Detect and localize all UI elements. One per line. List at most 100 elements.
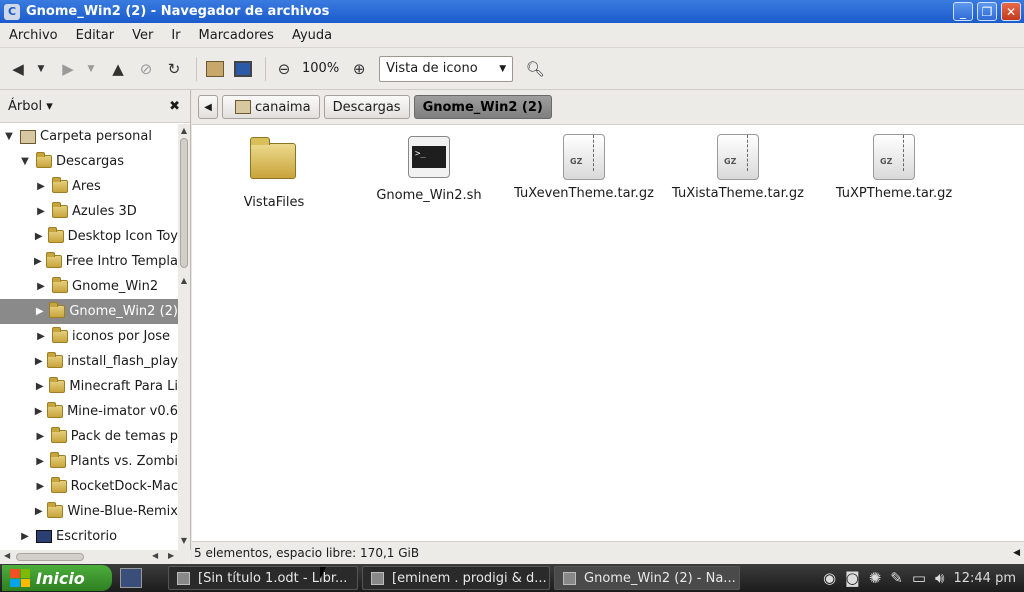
tree-item[interactable]: ▶ Gnome_Win2 (2) bbox=[0, 299, 178, 324]
expander-collapsed-icon[interactable]: ▶ bbox=[34, 231, 44, 242]
network-icon[interactable]: ◉ bbox=[823, 569, 836, 587]
file-item-archive[interactable]: GZ TuXPTheme.tar.gz bbox=[819, 133, 969, 201]
breadcrumb-descargas[interactable]: Descargas bbox=[323, 95, 410, 119]
tree-item[interactable]: ▶ Escritorio bbox=[0, 524, 178, 549]
tree-item[interactable]: ▶ Desktop Icon Toy bbox=[0, 224, 178, 249]
status-text: 5 elementos, espacio libre: 170,1 GiB bbox=[194, 546, 420, 560]
scroll-right-icon[interactable]: ▶ bbox=[168, 551, 174, 560]
taskbar-item-file-browser[interactable]: Gnome_Win2 (2) - Na... bbox=[554, 566, 740, 590]
menu-editar[interactable]: Editar bbox=[67, 28, 124, 43]
tree-item[interactable]: ▼ Carpeta personal bbox=[0, 124, 178, 149]
tree-item[interactable]: ▶ Gnome_Win2 bbox=[0, 274, 178, 299]
scrollbar-thumb[interactable] bbox=[180, 138, 188, 268]
scroll-left-icon[interactable]: ◀ bbox=[4, 551, 10, 560]
expander-expanded-icon[interactable]: ▼ bbox=[2, 131, 16, 142]
record-stop-icon[interactable]: ◙ bbox=[845, 569, 860, 587]
tree-item[interactable]: ▶ install_flash_play bbox=[0, 349, 178, 374]
start-button[interactable]: Inicio bbox=[2, 565, 112, 591]
expander-collapsed-icon[interactable]: ▶ bbox=[34, 506, 43, 517]
scroll-up-icon[interactable]: ▲ bbox=[178, 126, 190, 135]
tree-item[interactable]: ▶ Minecraft Para Li bbox=[0, 374, 178, 399]
file-item-folder[interactable]: VistaFiles bbox=[199, 133, 349, 210]
expander-collapsed-icon[interactable]: ▶ bbox=[34, 181, 48, 192]
volume-icon[interactable]: 🔊︎ bbox=[935, 569, 944, 587]
taskbar-item-label: [eminem . prodigi & d... bbox=[392, 570, 547, 586]
folder-icon bbox=[49, 377, 66, 393]
show-desktop-icon[interactable] bbox=[120, 568, 142, 588]
scroll-down-icon[interactable]: ▼ bbox=[178, 536, 190, 545]
breadcrumb-current[interactable]: Gnome_Win2 (2) bbox=[413, 95, 552, 119]
sidebar-horizontal-scrollbar[interactable]: ◀ ◀ ▶ bbox=[0, 550, 191, 564]
pen-tool-icon[interactable]: ✎ bbox=[890, 569, 903, 587]
file-item-archive[interactable]: GZ TuXistaTheme.tar.gz bbox=[663, 133, 813, 201]
view-mode-select[interactable]: Vista de icono ▼ bbox=[379, 55, 514, 82]
expander-collapsed-icon[interactable]: ▶ bbox=[34, 331, 48, 342]
tree-item[interactable]: ▶ Plants vs. Zombi bbox=[0, 449, 178, 474]
archive-icon: GZ bbox=[563, 134, 605, 180]
taskbar-item-media[interactable]: [eminem . prodigi & d... bbox=[362, 566, 550, 590]
scroll-up-icon[interactable]: ▲ bbox=[178, 276, 190, 285]
file-name: TuXistaTheme.tar.gz bbox=[672, 186, 804, 201]
taskbar-item-writer[interactable]: [Sin título 1.odt - Libr... bbox=[168, 566, 358, 590]
expander-collapsed-icon[interactable]: ▶ bbox=[34, 381, 45, 392]
expander-collapsed-icon[interactable]: ▶ bbox=[34, 281, 48, 292]
menu-ir[interactable]: Ir bbox=[162, 28, 189, 43]
file-name: Gnome_Win2.sh bbox=[376, 188, 482, 203]
forward-history-dropdown-icon[interactable]: ▼ bbox=[84, 57, 98, 81]
path-scroll-left-button[interactable]: ◀ bbox=[198, 95, 218, 119]
forward-arrow-icon[interactable]: ▶ bbox=[56, 57, 80, 81]
menu-ver[interactable]: Ver bbox=[123, 28, 162, 43]
expander-collapsed-icon[interactable]: ▶ bbox=[34, 481, 47, 492]
menu-archivo[interactable]: Archivo bbox=[0, 28, 67, 43]
file-view[interactable]: VistaFiles >_ Gnome_Win2.sh GZ TuXevenTh… bbox=[192, 125, 1024, 541]
reload-icon[interactable]: ↻ bbox=[162, 57, 186, 81]
expander-collapsed-icon[interactable]: ▶ bbox=[34, 431, 47, 442]
scrollbar-thumb[interactable] bbox=[16, 553, 84, 561]
sidebar-mode-select[interactable]: Árbol ▾ bbox=[8, 99, 53, 114]
battery-icon[interactable]: ▭ bbox=[912, 569, 926, 587]
clock[interactable]: 12:44 pm bbox=[953, 571, 1016, 586]
back-arrow-icon[interactable]: ◀ bbox=[6, 57, 30, 81]
expander-collapsed-icon[interactable]: ▶ bbox=[18, 531, 32, 542]
tree-item[interactable]: ▶ Mine-imator v0.6 bbox=[0, 399, 178, 424]
sidebar-vertical-scrollbar[interactable]: ▲ ▲ ▼ bbox=[178, 124, 190, 550]
tree-item[interactable]: ▼ Descargas bbox=[0, 149, 178, 174]
zoom-in-icon[interactable]: ⊕ bbox=[347, 57, 371, 81]
settings-gear-icon[interactable]: ✺ bbox=[869, 569, 882, 587]
maximize-button[interactable]: ❐ bbox=[977, 2, 997, 21]
zoom-level[interactable]: 100% bbox=[302, 61, 339, 76]
tree-item[interactable]: ▶ RocketDock-Mac bbox=[0, 474, 178, 499]
resize-grip-icon[interactable]: ◀ bbox=[1013, 548, 1020, 558]
tree-item[interactable]: ▶ Pack de temas p bbox=[0, 424, 178, 449]
file-item-script[interactable]: >_ Gnome_Win2.sh bbox=[354, 133, 504, 203]
toolbar-separator bbox=[196, 56, 197, 81]
minimize-button[interactable]: _ bbox=[953, 2, 973, 21]
expander-collapsed-icon[interactable]: ▶ bbox=[34, 256, 42, 267]
stop-icon[interactable]: ⊘ bbox=[134, 57, 158, 81]
file-item-archive[interactable]: GZ TuXevenTheme.tar.gz bbox=[509, 133, 659, 201]
search-icon[interactable]: 🔍︎ bbox=[523, 57, 547, 81]
scroll-left-icon[interactable]: ◀ bbox=[152, 551, 158, 560]
tree-item[interactable]: ▶ Ares bbox=[0, 174, 178, 199]
computer-icon[interactable] bbox=[231, 57, 255, 81]
menu-marcadores[interactable]: Marcadores bbox=[190, 28, 283, 43]
tree-item[interactable]: ▶ Azules 3D bbox=[0, 199, 178, 224]
tree-item[interactable]: ▶ Free Intro Templa bbox=[0, 249, 178, 274]
expander-collapsed-icon[interactable]: ▶ bbox=[34, 306, 45, 317]
expander-collapsed-icon[interactable]: ▶ bbox=[34, 206, 48, 217]
sidebar-close-icon[interactable]: ✖ bbox=[169, 99, 180, 114]
breadcrumb-canaima[interactable]: canaima bbox=[222, 95, 320, 119]
home-icon[interactable] bbox=[203, 57, 227, 81]
expander-collapsed-icon[interactable]: ▶ bbox=[34, 356, 43, 367]
chevron-down-icon: ▼ bbox=[499, 63, 507, 74]
expander-collapsed-icon[interactable]: ▶ bbox=[34, 406, 43, 417]
tree-item[interactable]: ▶ iconos por Jose bbox=[0, 324, 178, 349]
zoom-out-icon[interactable]: ⊖ bbox=[272, 57, 296, 81]
expander-collapsed-icon[interactable]: ▶ bbox=[34, 456, 46, 467]
back-history-dropdown-icon[interactable]: ▼ bbox=[34, 57, 48, 81]
up-arrow-icon[interactable]: ▲ bbox=[106, 57, 130, 81]
expander-expanded-icon[interactable]: ▼ bbox=[18, 156, 32, 167]
menu-ayuda[interactable]: Ayuda bbox=[283, 28, 341, 43]
close-button[interactable]: ✕ bbox=[1001, 2, 1021, 21]
tree-item[interactable]: ▶ Wine-Blue-Remix bbox=[0, 499, 178, 524]
